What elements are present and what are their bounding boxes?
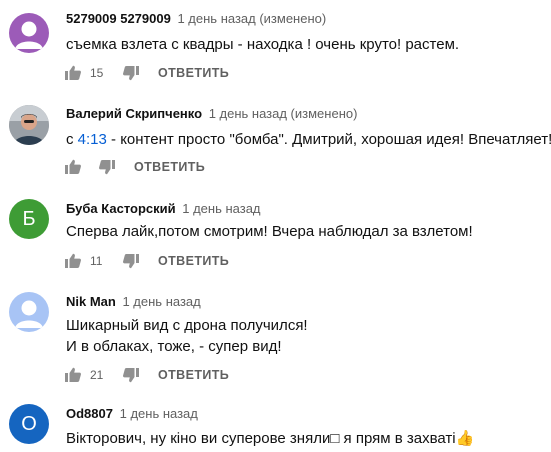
comment-time[interactable]: 1 день назад	[120, 406, 198, 421]
comment-text-line: Шикарный вид с дрона получился!	[66, 317, 308, 334]
thumbs-down-icon[interactable]	[98, 159, 116, 175]
thumbs-up-icon[interactable]	[64, 65, 82, 81]
comment-text: Сперва лайк,потом смотрим! Вчера наблюда…	[66, 223, 473, 240]
avatar-letter: O	[21, 412, 37, 435]
comment-author[interactable]: Nik Man	[66, 294, 116, 309]
comment-text-prefix: с	[66, 131, 78, 148]
reply-button[interactable]: ОТВЕТИТЬ	[158, 254, 229, 268]
comment-author[interactable]: Буба Касторский	[66, 201, 176, 216]
avatar[interactable]	[9, 13, 49, 53]
avatar[interactable]	[9, 292, 49, 332]
like-count: 15	[90, 66, 104, 80]
comment-time[interactable]: 1 день назад	[182, 201, 260, 216]
thumbs-down-icon[interactable]	[122, 367, 140, 383]
person-icon	[15, 21, 43, 49]
comment-actions: 11 ОТВЕТИТЬ	[64, 252, 229, 270]
comment-time[interactable]: 1 день назад (изменено)	[177, 11, 326, 26]
comment-actions: 21 ОТВЕТИТЬ	[64, 366, 229, 384]
comment-author[interactable]: 5279009 5279009	[66, 11, 171, 26]
comment-header: Nik Man 1 день назад	[66, 294, 201, 309]
like-count: 11	[90, 254, 103, 268]
comment-text: с 4:13 - контент просто "бомба". Дмитрий…	[66, 129, 551, 150]
comment-text: съемка взлета с квадры - находка ! очень…	[66, 36, 460, 53]
comment-text-line: И в облаках, тоже, - супер вид!	[66, 338, 282, 355]
comment-text: Вікторович, ну кіно ви суперове зняли□ я…	[66, 430, 475, 447]
comment-header: Буба Касторский 1 день назад	[66, 201, 261, 216]
person-icon	[15, 300, 43, 328]
thumbs-up-icon[interactable]	[64, 367, 82, 383]
comment-header: Od8807 1 день назад	[66, 406, 198, 421]
profile-photo	[9, 105, 49, 145]
thumbs-down-icon[interactable]	[122, 65, 140, 81]
comment-header: Валерий Скрипченко 1 день назад (изменен…	[66, 106, 357, 121]
thumbs-down-icon[interactable]	[122, 253, 140, 269]
comments-section: 5279009 5279009 1 день назад (изменено) …	[0, 0, 551, 452]
avatar[interactable]: Б	[9, 199, 49, 239]
reply-button[interactable]: ОТВЕТИТЬ	[134, 160, 205, 174]
comment-header: 5279009 5279009 1 день назад (изменено)	[66, 11, 326, 26]
avatar[interactable]	[9, 105, 49, 145]
like-count: 21	[90, 368, 104, 382]
comment-text-suffix: - контент просто "бомба". Дмитрий, хорош…	[106, 131, 551, 148]
reply-button[interactable]: ОТВЕТИТЬ	[158, 66, 229, 80]
reply-button[interactable]: ОТВЕТИТЬ	[158, 368, 229, 382]
comment-time[interactable]: 1 день назад	[122, 294, 200, 309]
thumbs-up-icon[interactable]	[64, 159, 82, 175]
avatar-letter: Б	[22, 207, 36, 230]
comment-actions: ОТВЕТИТЬ	[64, 158, 205, 176]
avatar[interactable]: O	[9, 404, 49, 444]
timestamp-link[interactable]: 4:13	[78, 131, 107, 148]
comment-author[interactable]: Валерий Скрипченко	[66, 106, 202, 121]
comment-time[interactable]: 1 день назад (изменено)	[209, 106, 358, 121]
comment-actions: 15 ОТВЕТИТЬ	[64, 64, 229, 82]
comment-author[interactable]: Od8807	[66, 406, 113, 421]
thumbs-up-icon[interactable]	[64, 253, 82, 269]
